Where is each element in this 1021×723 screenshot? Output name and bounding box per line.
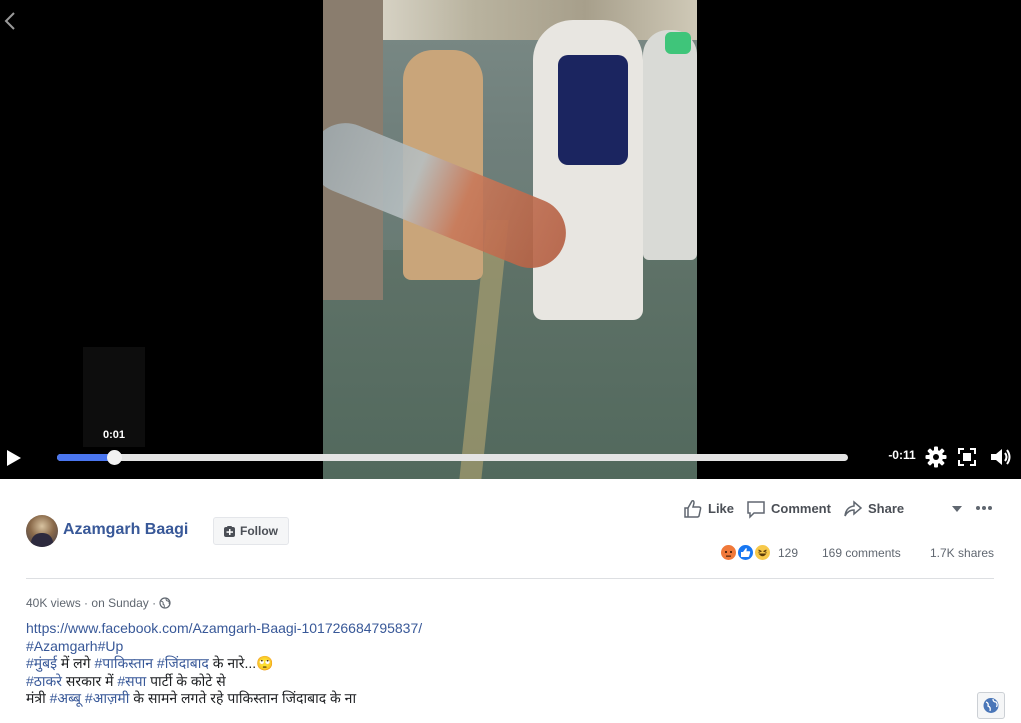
description-text: सरकार में [62,672,118,689]
comments-count-link[interactable]: 169 comments [822,546,901,560]
progress-bar[interactable] [57,450,848,465]
post-description: https://www.facebook.com/Azamgarh-Baagi-… [26,620,422,708]
hashtag-link[interactable]: #आज़मी [85,690,129,706]
fullscreen-icon[interactable] [958,448,976,466]
description-text: मंत्री [26,690,50,707]
volume-icon[interactable] [990,446,1012,468]
hashtag-link[interactable]: #Up [98,638,124,654]
share-icon [844,500,863,517]
time-tooltip: 0:01 [83,347,145,447]
like-label: Like [708,501,735,516]
comment-icon [747,501,765,519]
description-text: में लगे [57,655,95,672]
comment-label: Comment [771,501,831,516]
eye-roll-emoji: 🙄 [256,655,274,672]
follow-button[interactable]: Follow [213,517,289,545]
post-time[interactable]: on Sunday [91,596,148,610]
hashtag-link[interactable]: #मुंबई [26,655,57,671]
line-2: #Azamgarh#Up [26,638,422,656]
share-label: Share [868,501,905,516]
post-meta: 40K views · on Sunday · [26,596,172,610]
comment-button[interactable]: Comment [746,499,834,519]
hashtag-link[interactable]: #Azamgarh [26,638,98,654]
globe-icon [159,597,172,609]
reaction-count[interactable]: 129 [778,546,798,560]
line-4: #ठाकरे सरकार में #सपा पार्टी के कोटे से [26,673,422,691]
page-name-link[interactable]: Azamgarh Baagi [63,521,188,539]
more-options-icon[interactable] [975,505,993,511]
settings-icon[interactable] [925,446,947,468]
globe-icon [983,698,999,713]
divider [26,578,994,579]
remaining-time: -0:11 [888,448,916,462]
caret-down-icon[interactable] [951,505,963,513]
reactions-summary[interactable] [719,543,775,563]
hashtag-link[interactable]: #जिंदाबाद [157,655,209,671]
video-player[interactable]: 0:01 -0:11 [0,0,1021,479]
progress-thumb[interactable] [106,450,122,465]
follow-icon [224,526,235,537]
like-reaction-icon [736,543,755,562]
description-text: के सामने लगते रहे पाकिस्तान जिंदाबाद के … [129,690,357,707]
page-avatar[interactable] [26,515,58,547]
share-button[interactable]: Share [843,499,907,519]
video-controls: -0:11 [0,440,1021,476]
progress-fill [57,454,114,461]
angry-reaction-icon [719,543,738,562]
description-text: के नारे... [208,655,257,672]
thumbs-up-icon [684,500,702,518]
hashtag-link[interactable]: #सपा [117,673,146,689]
hashtag-link[interactable]: #अब्बू [50,690,81,706]
hashtag-link[interactable]: #पाकिस्तान [94,655,153,671]
back-icon[interactable] [2,10,18,32]
hashtag-link[interactable]: #ठाकरे [26,673,62,689]
follow-label: Follow [240,524,278,538]
video-frame[interactable] [323,0,697,479]
shares-count-link[interactable]: 1.7K shares [930,546,994,560]
line-3: #मुंबई में लगे #पाकिस्तान #जिंदाबाद के न… [26,655,422,673]
haha-reaction-icon [753,543,772,562]
like-button[interactable]: Like [683,499,737,519]
view-count: 40K views [26,596,81,610]
play-icon[interactable] [5,448,23,468]
page-url-link[interactable]: https://www.facebook.com/Azamgarh-Baagi-… [26,620,422,636]
description-text: पार्टी के कोटे से [146,672,226,689]
line-5: मंत्री #अब्बू #आज़मी के सामने लगते रहे प… [26,690,422,708]
language-globe-button[interactable] [977,692,1005,719]
